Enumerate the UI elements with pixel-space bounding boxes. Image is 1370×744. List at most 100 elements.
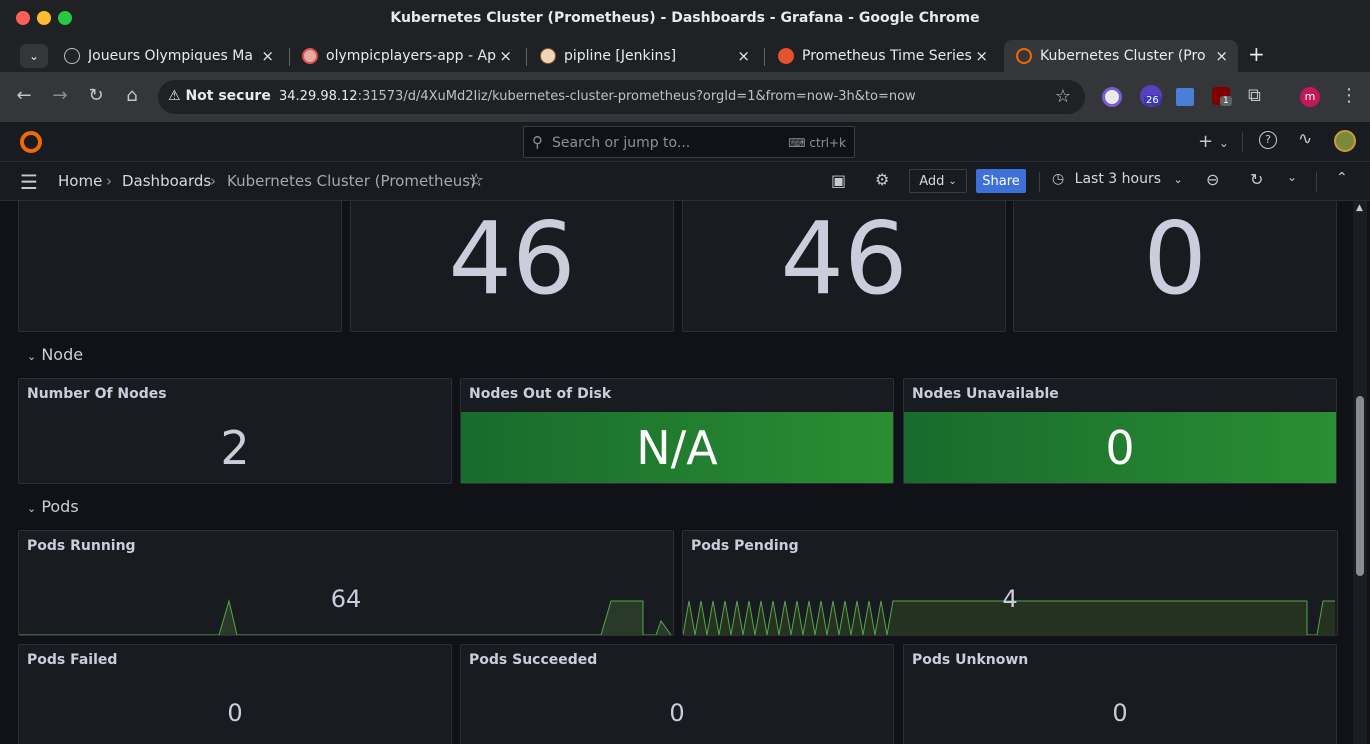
user-avatar[interactable] <box>1334 130 1356 152</box>
row-pods-toggle[interactable]: ⌄ Pods <box>27 497 79 516</box>
search-shortcut: ⌨ ctrl+k <box>788 136 846 150</box>
tab-strip: ⌄ Joueurs Olympiques Ma × olympicplayers… <box>0 36 1370 72</box>
tab-grafana-active[interactable]: Kubernetes Cluster (Pro × <box>1004 40 1238 72</box>
panel-pods-unknown[interactable]: Pods Unknown 0 <box>903 644 1337 744</box>
stat-panel[interactable]: 0 <box>1013 201 1337 332</box>
grafana-icon <box>1016 48 1032 64</box>
news-rss-icon[interactable]: ∿ <box>1298 129 1312 149</box>
tab-label: Kubernetes Cluster (Pro <box>1040 48 1206 64</box>
panel-title: Nodes Unavailable <box>912 386 1059 402</box>
search-input[interactable]: ⚲ Search or jump to... ⌨ ctrl+k <box>523 126 855 158</box>
share-button[interactable]: Share <box>976 169 1026 193</box>
extensions-puzzle-icon[interactable]: ⧉ <box>1248 85 1261 106</box>
panel-number-of-nodes[interactable]: Number Of Nodes 2 <box>18 378 452 484</box>
tab-label: Prometheus Time Series <box>802 48 972 64</box>
url-text[interactable]: 34.29.98.12:31573/d/4XuMd2Iiz/kubernetes… <box>279 89 916 104</box>
zoom-out-icon[interactable]: ⊖ <box>1206 170 1219 189</box>
translate-extension-icon[interactable] <box>1176 88 1194 106</box>
panel-nodes-unavailable[interactable]: Nodes Unavailable 0 <box>903 378 1337 484</box>
row-node-toggle[interactable]: ⌄ Node <box>27 345 83 364</box>
tab-label: pipline [Jenkins] <box>564 48 677 64</box>
chevron-down-icon: ⌄ <box>27 350 37 363</box>
blocker-extension-icon[interactable] <box>1102 87 1122 107</box>
tab-close-icon[interactable]: × <box>499 47 512 65</box>
page-scrollbar[interactable]: ▲ <box>1353 201 1367 744</box>
jenkins-icon <box>540 48 556 64</box>
search-icon: ⚲ <box>532 133 543 151</box>
prometheus-icon <box>778 48 794 64</box>
help-icon[interactable]: ? <box>1259 131 1277 149</box>
url-path: :31573/d/4XuMd2Iiz/kubernetes-cluster-pr… <box>357 89 916 104</box>
panel-title: Number Of Nodes <box>27 386 167 402</box>
forward-button[interactable]: → <box>48 85 72 106</box>
chevron-down-icon: ⌄ <box>1173 173 1183 186</box>
panel-pods-failed[interactable]: Pods Failed 0 <box>18 644 452 744</box>
tab-close-icon[interactable]: × <box>737 47 750 65</box>
globe-icon <box>64 48 80 64</box>
panel-pods-succeeded[interactable]: Pods Succeeded 0 <box>460 644 894 744</box>
tab-close-icon[interactable]: × <box>1215 47 1228 65</box>
stat-value: 4 <box>1002 585 1018 613</box>
stat-value: 46 <box>448 201 576 317</box>
add-button[interactable]: Add ⌄ <box>909 169 967 193</box>
not-secure-indicator[interactable]: ⚠ Not secure <box>168 88 271 104</box>
new-tab-button[interactable]: + <box>1248 42 1265 66</box>
settings-gear-icon[interactable]: ⚙ <box>875 170 889 189</box>
url-host: 34.29.98.12 <box>279 89 358 104</box>
refresh-icon[interactable]: ↻ <box>1250 170 1263 189</box>
scroll-up-arrow-icon[interactable]: ▲ <box>1356 203 1363 213</box>
panel-title: Nodes Out of Disk <box>469 386 612 402</box>
time-range-picker[interactable]: ◷ Last 3 hours ⌄ <box>1052 171 1183 187</box>
tab-olympicplayers[interactable]: olympicplayers-app - Ap × <box>290 40 522 72</box>
reload-button[interactable]: ↻ <box>84 85 108 106</box>
home-button[interactable]: ⌂ <box>120 85 144 106</box>
extension-26-icon[interactable]: 26 <box>1140 85 1162 107</box>
window-titlebar: Kubernetes Cluster (Prometheus) - Dashbo… <box>0 0 1370 36</box>
collapse-chevron-up-icon[interactable]: ⌃ <box>1336 170 1348 186</box>
stat-panel[interactable] <box>18 201 342 332</box>
back-button[interactable]: ← <box>12 85 36 106</box>
scrollbar-thumb[interactable] <box>1356 396 1364 576</box>
panel-title: Pods Failed <box>27 652 118 668</box>
breadcrumb-dashboards[interactable]: Dashboards <box>122 172 211 190</box>
stat-value: 2 <box>220 421 250 475</box>
tab-close-icon[interactable]: × <box>975 47 988 65</box>
panel-pods-running[interactable]: Pods Running 64 <box>18 530 674 636</box>
window-title: Kubernetes Cluster (Prometheus) - Dashbo… <box>390 10 980 26</box>
menu-hamburger-icon[interactable]: ☰ <box>20 170 38 194</box>
toolbar-divider <box>1316 172 1317 192</box>
grafana-logo-icon[interactable] <box>20 131 42 153</box>
panel-title: Pods Unknown <box>912 652 1029 668</box>
chrome-menu-icon[interactable]: ⋮ <box>1340 85 1358 106</box>
time-range-label: Last 3 hours <box>1074 171 1162 187</box>
warning-icon: ⚠ <box>168 88 181 104</box>
breadcrumb-current: Kubernetes Cluster (Prometheus) <box>227 172 476 190</box>
panel-nodes-out-of-disk[interactable]: Nodes Out of Disk N/A <box>460 378 894 484</box>
tab-search-button[interactable]: ⌄ <box>20 44 48 68</box>
address-bar[interactable]: ⚠ Not secure 34.29.98.12:31573/d/4XuMd2I… <box>158 80 1085 114</box>
profile-avatar[interactable]: m <box>1300 87 1320 107</box>
stat-value: N/A <box>636 421 718 475</box>
add-label: Add <box>919 173 945 189</box>
refresh-interval-chevron-icon[interactable]: ⌄ <box>1287 170 1297 184</box>
dashboard-toolbar: ☰ Home › Dashboards › Kubernetes Cluster… <box>0 162 1370 201</box>
favorite-star-icon[interactable]: ☆ <box>468 170 484 191</box>
tab-close-icon[interactable]: × <box>261 47 274 65</box>
new-plus-button[interactable]: + ⌄ <box>1198 131 1229 152</box>
stat-panel[interactable]: 46 <box>350 201 674 332</box>
stat-value: 0 <box>1105 421 1135 475</box>
stat-panel[interactable]: 46 <box>682 201 1006 332</box>
extension-badge-26: 26 <box>1144 95 1161 106</box>
tab-label: olympicplayers-app - Ap <box>326 48 496 64</box>
tab-prometheus[interactable]: Prometheus Time Series × <box>766 40 998 72</box>
breadcrumb-separator: › <box>106 172 112 190</box>
bookmark-star-icon[interactable]: ☆ <box>1055 86 1071 107</box>
keyboard-icon: ⌨ <box>788 136 810 150</box>
save-dashboard-icon[interactable]: ▣ <box>831 171 846 190</box>
breadcrumb-home[interactable]: Home <box>58 172 102 190</box>
ublock-extension-icon[interactable]: 1 <box>1212 87 1232 106</box>
not-secure-label: Not secure <box>185 88 271 104</box>
panel-pods-pending[interactable]: Pods Pending 4 <box>682 530 1338 636</box>
tab-joueurs[interactable]: Joueurs Olympiques Ma × <box>52 40 284 72</box>
tab-jenkins[interactable]: pipline [Jenkins] × <box>528 40 760 72</box>
